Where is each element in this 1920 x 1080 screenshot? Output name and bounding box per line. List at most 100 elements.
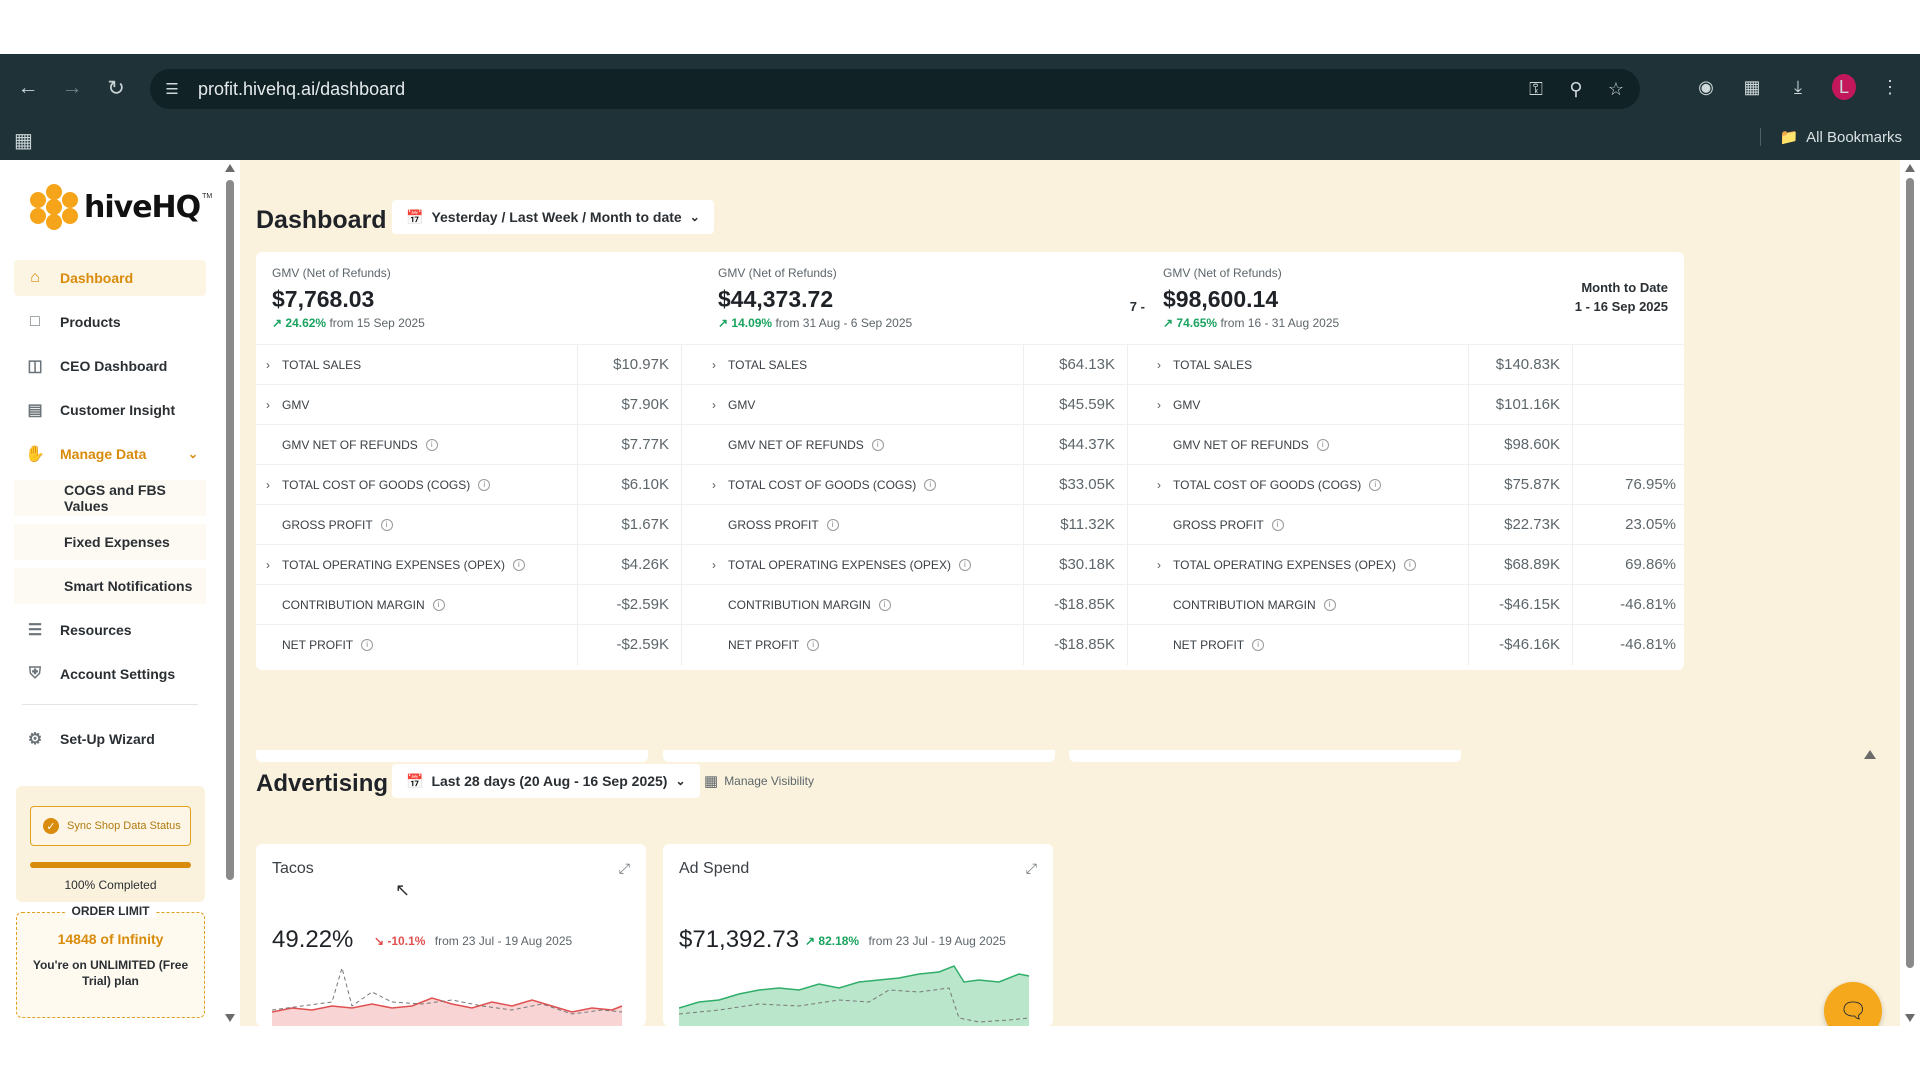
row-name-cell: GMV NET OF REFUNDS i (256, 424, 578, 465)
info-icon[interactable]: i (361, 638, 374, 651)
chevron-right-icon[interactable]: › (266, 398, 278, 412)
info-icon[interactable]: i (1271, 518, 1284, 531)
back-icon[interactable]: ← (14, 74, 42, 102)
chevron-right-icon[interactable]: › (266, 558, 278, 572)
key-icon[interactable]: ⚿ (1524, 77, 1548, 101)
url-text[interactable]: profit.hivehq.ai/dashboard (198, 79, 405, 100)
info-icon[interactable]: i (1252, 638, 1265, 651)
scroll-down-icon[interactable] (1905, 1014, 1915, 1022)
row-name: TOTAL SALES (728, 357, 808, 372)
date-selector-label: Yesterday / Last Week / Month to date (431, 209, 682, 225)
card-change: ↗ 14.09% from 31 Aug - 6 Sep 2025 (718, 316, 912, 330)
sync-shop-data-button[interactable]: ✓ Sync Shop Data Status (30, 806, 191, 846)
page-scrollbar[interactable] (1900, 160, 1920, 1026)
table-row: GROSS PROFIT i $22.73K 23.05% (1147, 504, 1684, 545)
shield-icon: ⛨ (28, 665, 41, 682)
zoom-icon[interactable]: ⚲ (1564, 77, 1588, 101)
chevron-right-icon[interactable]: › (712, 398, 724, 412)
scroll-up-icon[interactable] (225, 164, 235, 172)
chevron-right-icon[interactable]: › (1157, 558, 1169, 572)
info-icon[interactable]: i (478, 478, 491, 491)
sidebar-item-account-settings[interactable]: ⛨ Account Settings (14, 656, 206, 692)
chevron-right-icon[interactable]: › (1157, 398, 1169, 412)
info-icon[interactable]: i (871, 438, 884, 451)
row-name-cell: NET PROFIT i (702, 624, 1024, 665)
site-settings-icon[interactable]: ☰ (162, 79, 182, 99)
row-name: GMV (728, 397, 756, 412)
home-icon: ⌂ (30, 269, 40, 286)
info-icon[interactable]: i (1316, 438, 1329, 451)
menu-icon[interactable]: ⋮ (1878, 74, 1902, 100)
info-icon[interactable]: i (958, 558, 971, 571)
ad-spend-card[interactable]: Ad Spend ⤢ $71,392.73 ↗ 82.18% from 23 J… (663, 844, 1053, 1026)
chevron-right-icon[interactable]: › (712, 358, 724, 372)
row-name-cell: CONTRIBUTION MARGIN i (702, 584, 1024, 625)
row-name-cell: › TOTAL OPERATING EXPENSES (OPEX) i (1147, 544, 1469, 585)
all-bookmarks[interactable]: 📁 All Bookmarks (1760, 128, 1902, 146)
manage-visibility-button[interactable]: ▦ Manage Visibility (704, 764, 814, 798)
row-name-cell: GMV NET OF REFUNDS i (1147, 424, 1469, 465)
chevron-right-icon[interactable]: › (712, 478, 724, 492)
toolbar: ← → ↻ ☰ profit.hivehq.ai/dashboard ⚿ ⚲ ☆… (0, 54, 1920, 122)
scroll-up-icon[interactable] (1864, 750, 1876, 759)
puzzle-icon[interactable]: ▦ (1740, 74, 1764, 100)
apps-grid-icon[interactable]: ▦ (14, 128, 33, 153)
table-row[interactable]: › GMV $101.16K (1147, 384, 1684, 425)
sidebar-subitem-fixed-expenses[interactable]: Fixed Expenses (14, 524, 206, 560)
scrollbar-thumb[interactable] (226, 180, 234, 880)
star-icon[interactable]: ☆ (1604, 77, 1628, 101)
info-icon[interactable]: i (512, 558, 525, 571)
advertising-scrollbar[interactable] (1862, 750, 1876, 1020)
row-name: GMV (1173, 397, 1201, 412)
expand-icon[interactable]: ⤢ (619, 860, 630, 877)
info-icon[interactable]: i (380, 518, 393, 531)
chevron-right-icon[interactable]: › (712, 558, 724, 572)
tacos-card[interactable]: Tacos ⤢ 49.22% ↘ -10.1% from 23 Jul - 19… (256, 844, 646, 1026)
row-name: TOTAL COST OF GOODS (COGS) (282, 477, 471, 492)
sidebar-item-label: CEO Dashboard (60, 358, 168, 374)
scroll-up-icon[interactable] (1905, 164, 1915, 172)
address-bar[interactable]: ☰ profit.hivehq.ai/dashboard ⚿ ⚲ ☆ (150, 69, 1640, 109)
sidebar-item-dashboard[interactable]: ⌂ Dashboard (14, 260, 206, 296)
info-icon[interactable]: i (1369, 478, 1382, 491)
sidebar-subitem-smart-notifications[interactable]: Smart Notifications (14, 568, 206, 604)
sidebar-subitem-cogs[interactable]: COGS and FBS Values (14, 480, 206, 516)
advertising-date-selector[interactable]: 📅 Last 28 days (20 Aug - 16 Sep 2025) ⌄ (392, 764, 700, 798)
info-icon[interactable]: i (924, 478, 937, 491)
chevron-right-icon[interactable]: › (266, 478, 278, 492)
info-icon[interactable]: i (807, 638, 820, 651)
database-icon: ☰ (27, 622, 43, 639)
sidebar-item-customer-insight[interactable]: ▤ Customer Insight (14, 392, 206, 428)
sidebar-item-products[interactable]: □ Products (14, 304, 206, 340)
sidebar-item-resources[interactable]: ☰ Resources (14, 612, 206, 648)
profile-avatar[interactable]: L (1832, 74, 1856, 100)
info-icon[interactable]: i (425, 438, 438, 451)
sidebar-item-manage-data[interactable]: ✋ Manage Data ⌄ (14, 436, 206, 472)
expand-icon[interactable]: ⤢ (1026, 860, 1037, 877)
sidebar-item-ceo-dashboard[interactable]: ◫ CEO Dashboard (14, 348, 206, 384)
table-row[interactable]: › TOTAL OPERATING EXPENSES (OPEX) i $68.89K… (1147, 544, 1684, 585)
info-icon[interactable]: i (878, 598, 891, 611)
chevron-right-icon[interactable]: › (1157, 478, 1169, 492)
forward-icon[interactable]: → (58, 74, 86, 102)
chevron-right-icon[interactable]: › (266, 358, 278, 372)
sidebar-scrollbar[interactable] (220, 160, 240, 1026)
reload-icon[interactable]: ↻ (102, 74, 130, 102)
table-row[interactable]: › TOTAL COST OF GOODS (COGS) i $75.87K 76.95… (1147, 464, 1684, 505)
honeycomb-icon (30, 184, 78, 230)
chevron-right-icon[interactable]: › (1157, 358, 1169, 372)
sidebar-item-setup-wizard[interactable]: ⚙ Set-Up Wizard (14, 721, 206, 757)
scrollbar-thumb[interactable] (1906, 178, 1914, 968)
sidebar-item-label: Account Settings (60, 666, 176, 682)
download-icon[interactable]: ⤓ (1786, 74, 1810, 100)
dashboard-date-selector[interactable]: 📅 Yesterday / Last Week / Month to date … (392, 200, 714, 234)
info-icon[interactable]: i (1403, 558, 1416, 571)
brand-logo[interactable]: hiveHQ TM (30, 184, 212, 230)
table-row[interactable]: › TOTAL SALES $140.83K (1147, 344, 1684, 385)
scroll-down-icon[interactable] (225, 1014, 235, 1022)
extension-badge-icon[interactable]: ◉ (1694, 74, 1718, 100)
info-icon[interactable]: i (432, 598, 445, 611)
info-icon[interactable]: i (826, 518, 839, 531)
info-icon[interactable]: i (1323, 598, 1336, 611)
pnl-table: › TOTAL SALES $140.83K › GMV $101.16K GMV NET … (1147, 344, 1684, 665)
